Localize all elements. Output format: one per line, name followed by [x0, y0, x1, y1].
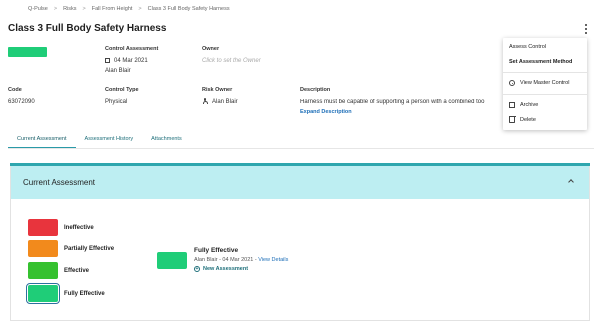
risk-owner-label: Risk Owner: [202, 87, 233, 93]
breadcrumb-current: Class 3 Full Body Safety Harness: [147, 6, 230, 12]
page-title: Class 3 Full Body Safety Harness: [8, 23, 167, 34]
card-header[interactable]: [11, 166, 589, 199]
menu-item-view-master-control[interactable]: View Master Control: [509, 80, 569, 86]
breadcrumb-separator: >: [82, 6, 86, 12]
user-icon: [202, 98, 208, 104]
level-swatch: [28, 240, 58, 257]
level-swatch: [28, 219, 58, 236]
owner-field[interactable]: Click to set the Owner: [202, 58, 261, 64]
menu-divider: [503, 94, 587, 95]
menu-divider: [503, 72, 587, 73]
eye-icon: [509, 80, 515, 86]
level-swatch: [26, 283, 60, 304]
menu-item-set-assessment-method[interactable]: Set Assessment Method: [509, 59, 572, 65]
breadcrumb-separator: >: [53, 6, 58, 12]
level-label: Ineffective: [64, 224, 94, 231]
calendar-icon: [105, 58, 110, 63]
level-partially-effective[interactable]: Partially Effective: [28, 240, 114, 257]
result-meta-text: Alan Blair - 04 Mar 2021 -: [194, 257, 257, 263]
tab-divider: [8, 148, 594, 149]
trash-icon: [509, 116, 516, 123]
status-badge: [8, 47, 47, 57]
level-effective[interactable]: Effective: [28, 262, 89, 279]
control-assessment-date-value: 04 Mar 2021: [114, 58, 148, 64]
control-type-label: Control Type: [105, 87, 139, 93]
level-fully-effective[interactable]: Fully Effective: [26, 283, 105, 304]
control-assessment-by: Alan Blair: [105, 68, 131, 74]
archive-icon: [509, 102, 515, 108]
risk-owner-value: Alan Blair: [212, 99, 238, 105]
tab-attachments[interactable]: Attachments: [142, 133, 191, 149]
control-assessment-label: Control Assessment: [105, 46, 159, 52]
level-swatch: [28, 262, 58, 279]
menu-item-assess-control[interactable]: Assess Control: [509, 44, 546, 50]
actions-menu: Assess Control Set Assessment Method Vie…: [503, 38, 587, 130]
control-type-value: Physical: [105, 99, 128, 105]
result-title: Fully Effective: [194, 247, 239, 254]
description-value: Harness must be capable of supporting a …: [300, 99, 485, 105]
more-options-icon[interactable]: [583, 24, 589, 34]
expand-description-link[interactable]: Expand Description: [300, 109, 352, 115]
menu-item-delete[interactable]: Delete: [509, 116, 536, 123]
result-meta: Alan Blair - 04 Mar 2021 - View Details: [194, 257, 288, 263]
tab-assessment-history[interactable]: Assessment History: [76, 133, 143, 149]
level-label: Fully Effective: [64, 290, 105, 297]
menu-item-archive[interactable]: Archive: [509, 102, 538, 108]
breadcrumb-fall-from-height[interactable]: Fall From Height: [92, 6, 133, 12]
code-value: 63072090: [8, 99, 35, 105]
tab-bar: Current Assessment Assessment History At…: [8, 133, 191, 149]
code-label: Code: [8, 87, 22, 93]
view-details-link[interactable]: View Details: [258, 257, 288, 263]
plus-icon: +: [194, 265, 200, 272]
breadcrumb: Q-Pulse > Risks > Fall From Height > Cla…: [28, 6, 230, 12]
menu-item-label: Delete: [520, 117, 536, 123]
menu-item-label: View Master Control: [520, 80, 570, 86]
new-assessment-label: New Assessment: [203, 266, 249, 272]
owner-label: Owner: [202, 46, 220, 52]
breadcrumb-qpulse[interactable]: Q-Pulse: [28, 6, 48, 12]
description-label: Description: [300, 87, 331, 93]
result-swatch: [157, 252, 187, 269]
menu-item-label: Archive: [520, 102, 539, 108]
breadcrumb-separator: >: [138, 6, 142, 12]
level-label: Partially Effective: [64, 245, 115, 252]
level-label: Effective: [64, 267, 90, 274]
breadcrumb-risks[interactable]: Risks: [63, 6, 76, 12]
risk-owner: Alan Blair: [202, 98, 238, 105]
tab-current-assessment[interactable]: Current Assessment: [8, 133, 76, 149]
level-ineffective[interactable]: Ineffective: [28, 219, 94, 236]
new-assessment-button[interactable]: + New Assessment: [194, 266, 248, 272]
card-title: Current Assessment: [23, 178, 96, 187]
control-assessment-date: 04 Mar 2021: [105, 58, 148, 64]
